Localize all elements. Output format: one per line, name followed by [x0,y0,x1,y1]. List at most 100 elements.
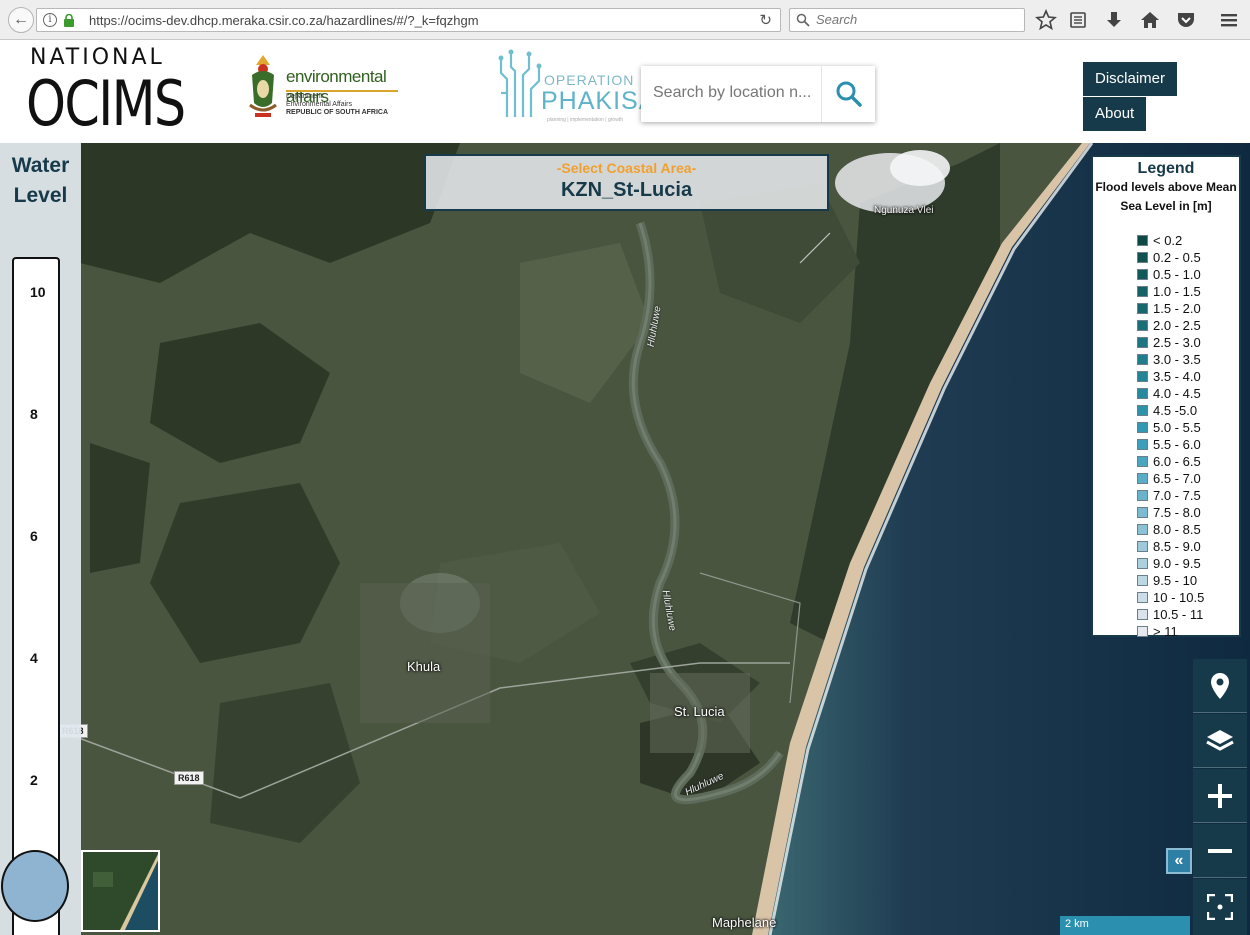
road-shield-r618: R618 [174,771,204,785]
legend-item-label: 1.0 - 1.5 [1153,284,1201,299]
coastal-area-selected: KZN_St-Lucia [560,179,693,201]
legend-item-label: 6.0 - 6.5 [1153,454,1201,469]
legend-swatch [1137,235,1148,246]
legend-item: 1.5 - 2.0 [1137,301,1239,318]
legend-item: > 11 [1137,624,1239,641]
water-level-panel: Water Level 10 8 6 4 2 [0,143,81,935]
fullscreen-button[interactable] [1193,879,1247,935]
water-level-title: Water Level [11,154,70,207]
map-pin-icon [1211,673,1229,699]
reload-icon[interactable]: ↻ [759,11,772,29]
legend-swatch [1137,541,1148,552]
legend-swatch [1137,286,1148,297]
plus-icon [1208,784,1232,808]
legend-item-label: 7.0 - 7.5 [1153,488,1201,503]
legend-item: 9.0 - 9.5 [1137,556,1239,573]
legend-item-label: 8.0 - 8.5 [1153,522,1201,537]
legend-item: 6.5 - 7.0 [1137,471,1239,488]
zoom-in-button[interactable] [1193,769,1247,823]
legend-subtitle: Flood levels above Mean Sea Level in [m] [1095,180,1237,213]
address-bar[interactable]: i https://ocims-dev.dhcp.meraka.csir.co.… [36,8,781,32]
legend-swatch [1137,252,1148,263]
coastal-area-prompt: -Select Coastal Area- [556,160,697,176]
legend-item: < 0.2 [1137,233,1239,250]
layers-button[interactable] [1193,714,1247,768]
legend-swatch [1137,592,1148,603]
env-affairs-subtitle: Department: Environmental Affairs REPUBL… [286,93,389,116]
legend-item-label: > 11 [1153,624,1178,639]
pocket-icon[interactable] [1175,9,1197,31]
satellite-map[interactable]: Khula St. Lucia Maphelane Ngunuza Vlei H… [0,143,1250,935]
location-search-button[interactable] [821,66,875,122]
legend-item: 0.5 - 1.0 [1137,267,1239,284]
collapse-panel-button[interactable]: « [1166,848,1192,874]
overview-minimap[interactable] [81,850,160,932]
legend-list: < 0.2 0.2 - 0.5 0.5 - 1.0 1.0 - 1.5 1.5 - 2.… [1137,233,1239,641]
flood-legend: Legend Flood levels above Mean Sea Level… [1091,155,1241,639]
scale-tick-label: 2 [30,772,38,788]
national-ocims-logo[interactable]: NATIONAL OCIMS [24,43,186,140]
legend-swatch [1137,405,1148,416]
lock-icon [64,14,74,27]
phakisa-name-text: PHAKISA [541,87,657,115]
legend-item: 8.5 - 9.0 [1137,539,1239,556]
logo-ocims-text: OCIMS [26,67,186,140]
legend-item: 7.5 - 8.0 [1137,505,1239,522]
legend-swatch [1137,609,1148,620]
search-icon [836,81,862,107]
water-level-slider[interactable]: 10 8 6 4 2 [12,257,60,935]
coat-of-arms-icon [249,55,277,117]
legend-item: 8.0 - 8.5 [1137,522,1239,539]
water-level-slider-handle[interactable] [1,850,69,922]
environmental-affairs-logo: environmental affairs Department: Enviro… [246,53,406,125]
reading-list-icon[interactable] [1067,9,1089,31]
search-icon [796,13,810,27]
home-icon[interactable] [1139,9,1161,31]
legend-item: 10 - 10.5 [1137,590,1239,607]
scale-tick-label: 6 [30,528,38,544]
legend-swatch [1137,558,1148,569]
legend-item: 10.5 - 11 [1137,607,1239,624]
location-search-input[interactable] [653,84,813,102]
legend-item: 3.0 - 3.5 [1137,352,1239,369]
bookmark-star-icon[interactable] [1035,9,1057,31]
coastal-area-select[interactable]: -Select Coastal Area- KZN_St-Lucia [424,154,829,211]
legend-item: 5.0 - 5.5 [1137,420,1239,437]
legend-item: 9.5 - 10 [1137,573,1239,590]
site-header: NATIONAL OCIMS environmental affairs Dep… [0,41,1250,143]
legend-item-label: 1.5 - 2.0 [1153,301,1201,316]
legend-item-label: 5.5 - 6.0 [1153,437,1201,452]
download-icon[interactable] [1103,9,1125,31]
back-arrow-icon[interactable]: ← [8,7,34,33]
legend-item: 5.5 - 6.0 [1137,437,1239,454]
satellite-imagery [0,143,1250,935]
legend-item-label: 3.0 - 3.5 [1153,352,1201,367]
scale-tick-label: 10 [30,284,46,300]
locate-button[interactable] [1193,659,1247,713]
disclaimer-button[interactable]: Disclaimer [1083,62,1178,96]
legend-swatch [1137,354,1148,365]
legend-item-label: 9.0 - 9.5 [1153,556,1201,571]
scale-tick-label: 4 [30,650,38,666]
legend-item-label: 0.5 - 1.0 [1153,267,1201,282]
legend-item: 7.0 - 7.5 [1137,488,1239,505]
legend-item-label: 2.5 - 3.0 [1153,335,1201,350]
legend-item-label: 8.5 - 9.0 [1153,539,1201,554]
info-icon[interactable]: i [43,13,57,27]
legend-item: 1.0 - 1.5 [1137,284,1239,301]
zoom-out-button[interactable] [1193,824,1247,878]
browser-search-box[interactable] [789,8,1025,32]
map-scale-bar: 2 km [1060,916,1190,935]
legend-swatch [1137,337,1148,348]
about-button[interactable]: About [1083,97,1147,131]
map-controls [1193,659,1247,935]
circuit-logo-icon [498,49,542,117]
legend-swatch [1137,320,1148,331]
browser-search-input[interactable] [816,12,1016,27]
legend-item: 4.5 -5.0 [1137,403,1239,420]
legend-item-label: 10.5 - 11 [1153,607,1204,622]
url-text[interactable]: https://ocims-dev.dhcp.meraka.csir.co.za… [89,13,479,28]
operation-phakisa-logo: OPERATION PHAKISA planning | implementat… [497,47,655,131]
place-label-ngunuza-vlei: Ngunuza Vlei [874,205,934,216]
menu-icon[interactable] [1218,9,1240,31]
